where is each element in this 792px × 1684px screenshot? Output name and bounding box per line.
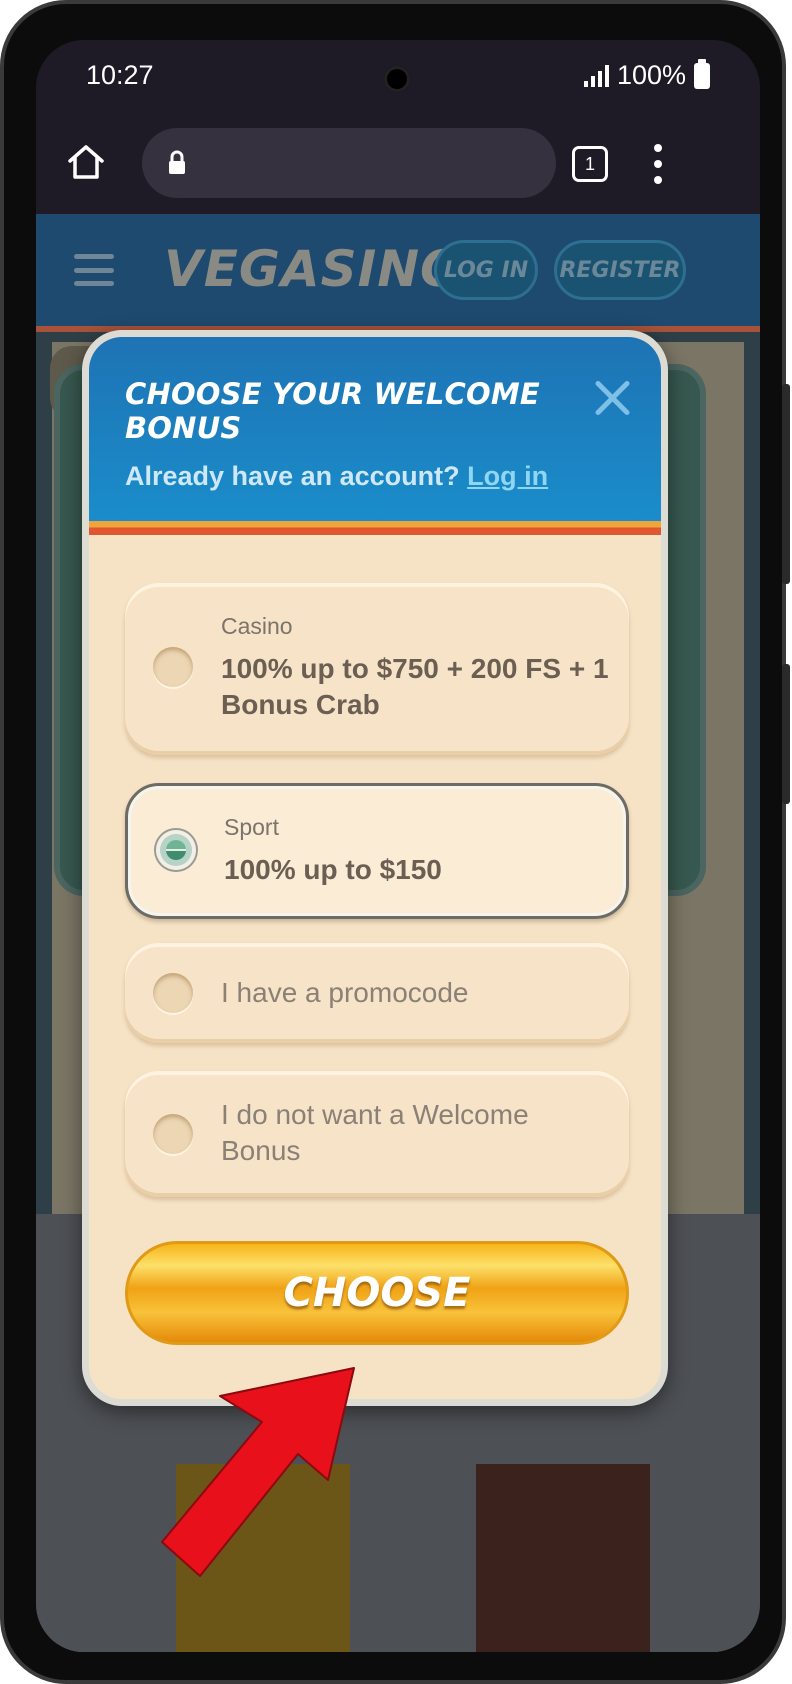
radio-button-checked[interactable] bbox=[156, 830, 196, 870]
tab-count: 1 bbox=[584, 153, 595, 174]
modal-header: CHOOSE YOUR WELCOME BONUS Already have a… bbox=[89, 337, 661, 535]
close-icon[interactable] bbox=[593, 379, 631, 417]
login-button[interactable]: LOG IN bbox=[434, 240, 538, 300]
bonus-option-casino[interactable]: Casino 100% up to $750 + 200 FS + 1 Bonu… bbox=[125, 583, 629, 755]
radio-button[interactable] bbox=[153, 1114, 193, 1154]
volume-button bbox=[782, 384, 790, 584]
bonus-option-sport[interactable]: Sport 100% up to $150 bbox=[125, 783, 629, 919]
option-label: I do not want a Welcome Bonus bbox=[221, 1099, 529, 1166]
status-indicators: 100% bbox=[583, 58, 710, 91]
home-icon[interactable] bbox=[66, 142, 106, 182]
tabs-icon[interactable]: 1 bbox=[572, 146, 608, 182]
lock-icon bbox=[168, 150, 186, 176]
option-label: I have a promocode bbox=[221, 977, 469, 1008]
modal-title: CHOOSE YOUR WELCOME BONUS bbox=[125, 377, 540, 445]
login-link[interactable]: Log in bbox=[467, 461, 548, 491]
account-prompt: Already have an account? Log in bbox=[125, 461, 548, 492]
front-camera bbox=[384, 66, 410, 92]
signal-icon bbox=[583, 64, 609, 87]
radio-button[interactable] bbox=[153, 647, 193, 687]
account-prompt-text: Already have an account? bbox=[125, 461, 460, 491]
arrow-icon bbox=[158, 1362, 398, 1592]
option-offer: 100% up to $150 bbox=[224, 854, 442, 885]
power-button bbox=[782, 664, 790, 804]
status-time: 10:27 bbox=[86, 60, 154, 90]
more-vert-icon[interactable] bbox=[648, 144, 668, 184]
bonus-option-promocode[interactable]: I have a promocode bbox=[125, 943, 629, 1043]
option-offer: 100% up to $750 + 200 FS + 1 Bonus Crab bbox=[221, 653, 609, 720]
option-category: Casino bbox=[221, 613, 293, 639]
site-header: VEGASINO LOG IN REGISTER bbox=[36, 214, 760, 332]
battery-percent: 100% bbox=[616, 60, 686, 90]
game-thumbnail[interactable] bbox=[476, 1464, 650, 1652]
phone-screen: 10:27 100% 1 VEGASINO LOG IN REGISTER CH… bbox=[36, 40, 760, 1652]
option-category: Sport bbox=[224, 814, 279, 840]
site-logo: VEGASINO bbox=[164, 240, 464, 298]
choose-button[interactable]: CHOOSE bbox=[125, 1241, 629, 1345]
hamburger-icon[interactable] bbox=[74, 254, 114, 286]
browser-toolbar: 1 bbox=[36, 114, 760, 214]
address-bar[interactable] bbox=[142, 128, 556, 198]
welcome-bonus-modal: CHOOSE YOUR WELCOME BONUS Already have a… bbox=[82, 330, 668, 1406]
battery-icon bbox=[694, 58, 710, 89]
radio-button[interactable] bbox=[153, 973, 193, 1013]
phone-frame: 10:27 100% 1 VEGASINO LOG IN REGISTER CH… bbox=[0, 0, 790, 1684]
bonus-option-no-bonus[interactable]: I do not want a Welcome Bonus bbox=[125, 1071, 629, 1197]
status-bar: 10:27 100% bbox=[36, 40, 760, 114]
register-button[interactable]: REGISTER bbox=[554, 240, 686, 300]
